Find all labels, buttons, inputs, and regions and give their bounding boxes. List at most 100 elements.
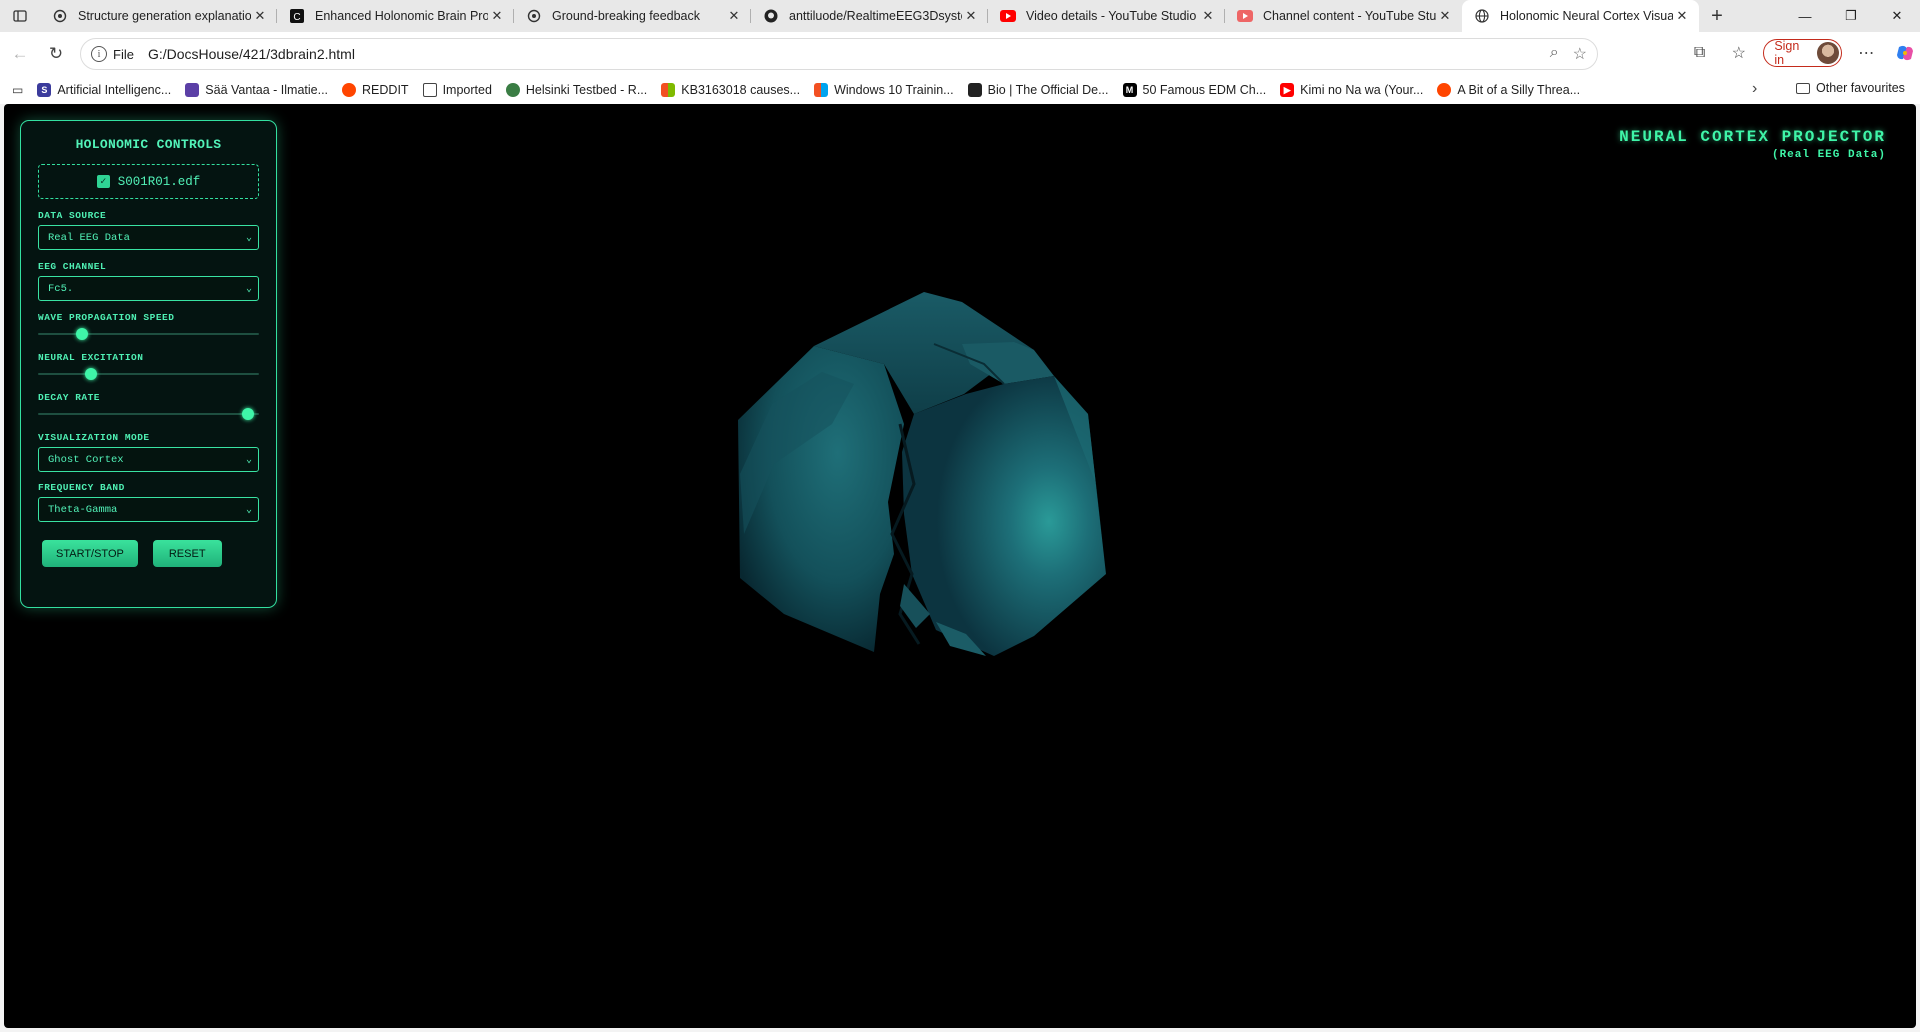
tab-github[interactable]: anttiluode/RealtimeEEG3Dsystem ✕ — [751, 0, 988, 32]
cortex-visualization[interactable] — [704, 284, 1224, 684]
frequency-band-select[interactable]: Theta-Gamma ⌄ — [38, 497, 259, 522]
minimize-button[interactable]: — — [1782, 0, 1828, 32]
file-input[interactable]: ✓ S001R01.edf — [38, 164, 259, 199]
back-button[interactable]: ← — [2, 38, 38, 70]
favorite-label: Sää Vantaa - Ilmatie... — [205, 83, 329, 97]
zoom-icon[interactable]: ⌕ — [1550, 44, 1559, 64]
close-window-button[interactable]: ✕ — [1874, 0, 1920, 32]
favorites-bar: ▭ S Artificial Intelligenc... Sää Vantaa … — [0, 76, 1920, 104]
favorite-label: REDDIT — [362, 83, 409, 97]
visualization-mode-value: Ghost Cortex — [48, 453, 124, 466]
start-stop-button[interactable]: START/STOP — [42, 540, 138, 567]
favorite-item[interactable]: Sää Vantaa - Ilmatie... — [178, 83, 335, 97]
tab-actions-button[interactable] — [0, 0, 40, 32]
page-viewport: HOLONOMIC CONTROLS ✓ S001R01.edf DATA SO… — [4, 104, 1916, 1028]
slider-thumb[interactable] — [85, 368, 98, 380]
copilot-button[interactable] — [1891, 38, 1920, 68]
restore-button[interactable]: ❐ — [1828, 0, 1874, 32]
tab-title: Enhanced Holonomic Brain Proje — [315, 9, 488, 23]
favorite-item[interactable]: M 50 Famous EDM Ch... — [1116, 83, 1274, 97]
chatgpt-icon — [526, 8, 542, 24]
microsoft-icon — [661, 83, 676, 97]
slider-track — [38, 333, 259, 335]
ai-favicon-icon: S — [37, 83, 52, 97]
decay-rate-slider[interactable] — [38, 407, 259, 421]
file-name: S001R01.edf — [117, 174, 201, 189]
favorite-label: 50 Famous EDM Ch... — [1142, 83, 1267, 97]
decay-rate-label: DECAY RATE — [38, 392, 101, 403]
tab-title: Structure generation explanation — [78, 9, 251, 23]
copilot-icon — [1897, 45, 1914, 61]
back-arrow-icon: ← — [11, 44, 29, 63]
favorite-item[interactable]: ▶ Kimi no Na wa (Your... — [1273, 83, 1430, 97]
favorite-item[interactable]: Helsinki Testbed - R... — [499, 83, 654, 97]
youtube-icon: ▶ — [1280, 83, 1295, 97]
new-tab-button[interactable]: + — [1699, 0, 1735, 32]
tab-structure-generation[interactable]: Structure generation explanation ✕ — [40, 0, 277, 32]
extensions-button[interactable]: ⧉ — [1685, 38, 1714, 68]
wave-speed-slider[interactable] — [38, 327, 259, 341]
close-icon[interactable]: ✕ — [1199, 8, 1217, 24]
checkmark-icon: ✓ — [96, 175, 110, 188]
slider-thumb[interactable] — [76, 328, 89, 340]
favorite-label: Windows 10 Trainin... — [834, 83, 954, 97]
slider-thumb[interactable] — [241, 408, 254, 420]
wave-speed-label: WAVE PROPAGATION SPEED — [38, 312, 175, 323]
eeg-channel-select[interactable]: Fc5. ⌄ — [38, 276, 259, 301]
tab-actions-icon — [13, 10, 27, 22]
more-menu-button[interactable]: ⋯ — [1852, 38, 1881, 68]
chatgpt-icon — [52, 8, 68, 24]
tab-video-details[interactable]: Video details - YouTube Studio ✕ — [988, 0, 1225, 32]
refresh-icon: ↻ — [48, 44, 64, 63]
reset-button[interactable]: RESET — [152, 540, 222, 567]
tab-title: Holonomic Neural Cortex Visuali — [1500, 9, 1673, 23]
favorites-button[interactable]: ☆ — [1724, 38, 1753, 68]
close-icon[interactable]: ✕ — [725, 8, 743, 24]
weather-favicon-icon — [185, 83, 200, 97]
favorite-item[interactable]: Windows 10 Trainin... — [807, 83, 961, 97]
claude-icon: C — [289, 8, 305, 24]
favorite-item[interactable]: A Bit of a Silly Threa... — [1430, 83, 1587, 97]
favorite-item[interactable]: Bio | The Official De... — [961, 83, 1116, 97]
favorite-item[interactable]: KB3163018 causes... — [654, 83, 807, 97]
projector-subtitle: (Real EEG Data) — [1771, 149, 1886, 161]
favorites-collection-button[interactable]: ▭ — [0, 83, 30, 97]
close-icon[interactable]: ✕ — [488, 8, 506, 24]
tab-title: Channel content - YouTube Studi — [1263, 9, 1436, 23]
testbed-favicon-icon — [505, 83, 520, 97]
other-favourites-button[interactable]: Other favourites — [1796, 81, 1905, 95]
favorite-star-icon[interactable]: ☆ — [1573, 44, 1587, 64]
slider-track — [38, 373, 259, 375]
sign-in-label: Sign in — [1774, 39, 1800, 67]
favorite-label: A Bit of a Silly Threa... — [1457, 83, 1581, 97]
eeg-channel-label: EEG CHANNEL — [38, 261, 107, 272]
address-bar[interactable]: i File G:/DocsHouse/421/3dbrain2.html ⌕ … — [80, 38, 1598, 70]
projector-header: NEURAL CORTEX PROJECTOR (Real EEG Data) — [1619, 128, 1886, 161]
favorite-item[interactable]: S Artificial Intelligenc... — [30, 83, 178, 97]
panel-title: HOLONOMIC CONTROLS — [75, 137, 222, 152]
sign-in-button[interactable]: Sign in — [1763, 39, 1842, 67]
close-icon[interactable]: ✕ — [251, 8, 269, 24]
chevron-right-icon[interactable]: › — [1752, 80, 1757, 98]
tab-ground-breaking[interactable]: Ground-breaking feedback ✕ — [514, 0, 751, 32]
visualization-mode-select[interactable]: Ghost Cortex ⌄ — [38, 447, 259, 472]
favorite-item[interactable]: Imported — [416, 83, 499, 97]
data-source-label: DATA SOURCE — [38, 210, 107, 221]
favorite-item[interactable]: REDDIT — [335, 83, 416, 97]
neural-excitation-slider[interactable] — [38, 367, 259, 381]
tab-enhanced-holonomic[interactable]: C Enhanced Holonomic Brain Proje ✕ — [277, 0, 514, 32]
favorite-label: Helsinki Testbed - R... — [525, 83, 648, 97]
info-icon[interactable]: i — [91, 46, 107, 62]
window-controls: — ❐ ✕ — [1782, 0, 1920, 32]
tab-holonomic-cortex[interactable]: Holonomic Neural Cortex Visuali ✕ — [1462, 0, 1699, 32]
favorite-label: KB3163018 causes... — [681, 83, 801, 97]
refresh-button[interactable]: ↻ — [38, 38, 74, 70]
toolbar-right: ⧉ ☆ Sign in ⋯ — [1685, 38, 1920, 68]
close-icon[interactable]: ✕ — [1436, 8, 1454, 24]
button-row: START/STOP RESET — [38, 540, 259, 567]
close-icon[interactable]: ✕ — [1673, 8, 1691, 24]
data-source-select[interactable]: Real EEG Data ⌄ — [38, 225, 259, 250]
tab-channel-content[interactable]: Channel content - YouTube Studi ✕ — [1225, 0, 1462, 32]
url-scheme: File — [113, 46, 134, 62]
close-icon[interactable]: ✕ — [962, 8, 980, 24]
